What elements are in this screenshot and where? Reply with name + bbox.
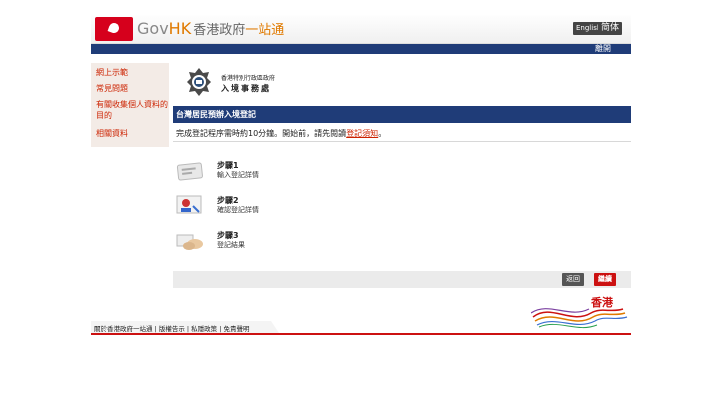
govhk-logo[interactable]: GovHK 香港政府一站通 [137,20,284,40]
immigration-badge-icon [187,68,211,96]
step1-desc: 輸入登記詳情 [217,171,259,179]
form-input-icon [176,162,203,181]
brand-hk: HK [168,19,192,38]
page: GovHK 香港政府一站通 English 简体 離開 網上示範 常見問題 有關收… [91,15,631,337]
intro-text: 完成登記程序需時約10分鐘。開始前，請先閱讀登記須知。 [176,128,386,139]
page-title-bar: 台灣居民預辦入境登記 [173,106,631,123]
department-name-line1: 香港特別行政區政府 [221,75,276,82]
intro-text-end: 。 [378,129,387,138]
intro-text-main: 完成登記程序需時約10分鐘。開始前，請先閱讀 [176,129,347,138]
sidebar: 網上示範 常見問題 有關收集個人資料的目的 相關資料 [91,63,169,147]
brand-zh: 香港政府 [193,23,246,38]
brand-zh2: 一站通 [245,23,285,38]
registration-notes-link[interactable]: 登記須知 [346,129,378,138]
action-bar: 返回 繼續 [173,271,631,288]
gov-header: GovHK 香港政府一站通 English 简体 [91,15,631,44]
step3-desc: 登記結果 [217,241,245,249]
continue-button[interactable]: 繼續 [594,273,616,286]
hk-flag-icon [95,17,133,41]
page-title: 台灣居民預辦入境登記 [176,110,256,119]
result-handshake-icon [176,234,203,250]
footer-links[interactable]: 關於香港政府一站通 | 版權告示 | 私隱政策 | 免責聲明 [94,323,249,333]
back-button[interactable]: 返回 [562,273,584,286]
brand-gov: Gov [137,19,169,38]
exit-link[interactable]: 離開 [595,44,611,54]
footer-divider [91,333,631,335]
sidebar-item-privacy-purpose[interactable]: 有關收集個人資料的目的 [96,99,168,121]
confirm-details-icon [176,195,202,214]
footer: 關於香港政府一站通 | 版權告示 | 私隱政策 | 免責聲明 [91,321,631,335]
department-name-line2: 入境事務處 [221,84,271,93]
sidebar-item-demo[interactable]: 網上示範 [96,67,168,78]
lang-simplified-button[interactable]: 简体 [598,22,623,35]
step2-desc: 確認登記詳情 [217,206,259,214]
brand-hk-text: 香港 [590,295,614,309]
sidebar-item-related-info[interactable]: 相關資料 [96,128,168,139]
sidebar-item-faq[interactable]: 常見問題 [96,83,168,94]
nav-bar: 離開 [91,44,631,54]
divider [173,141,631,142]
